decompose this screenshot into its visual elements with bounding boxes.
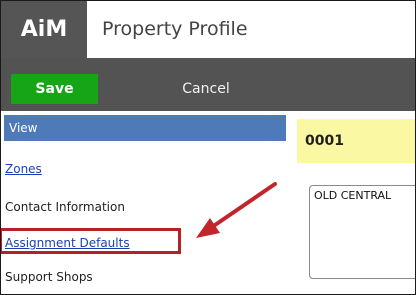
record-panel: 0001: [297, 111, 415, 294]
app-window: AiM Property Profile Save Cancel View Zo…: [0, 0, 416, 295]
aim-logo: AiM: [1, 1, 87, 58]
logo-text: AiM: [20, 17, 68, 42]
sidebar-item-contact-information[interactable]: Contact Information: [5, 200, 125, 214]
view-sidebar: View Zones Contact Information Assignmen…: [1, 111, 287, 294]
description-field[interactable]: [309, 185, 415, 279]
sidebar-section-view: View: [4, 115, 286, 141]
action-toolbar: Save Cancel: [1, 58, 415, 111]
sidebar-item-assignment-defaults[interactable]: Assignment Defaults: [5, 236, 130, 250]
record-header-bar: 0001: [297, 119, 415, 163]
record-id: 0001: [305, 133, 344, 149]
sidebar-item-support-shops[interactable]: Support Shops: [5, 270, 93, 284]
save-button[interactable]: Save: [11, 74, 98, 104]
page-title: Property Profile: [102, 18, 248, 40]
cancel-button[interactable]: Cancel: [161, 74, 251, 104]
sidebar-item-zones[interactable]: Zones: [5, 162, 42, 176]
app-header: AiM Property Profile: [1, 1, 415, 58]
